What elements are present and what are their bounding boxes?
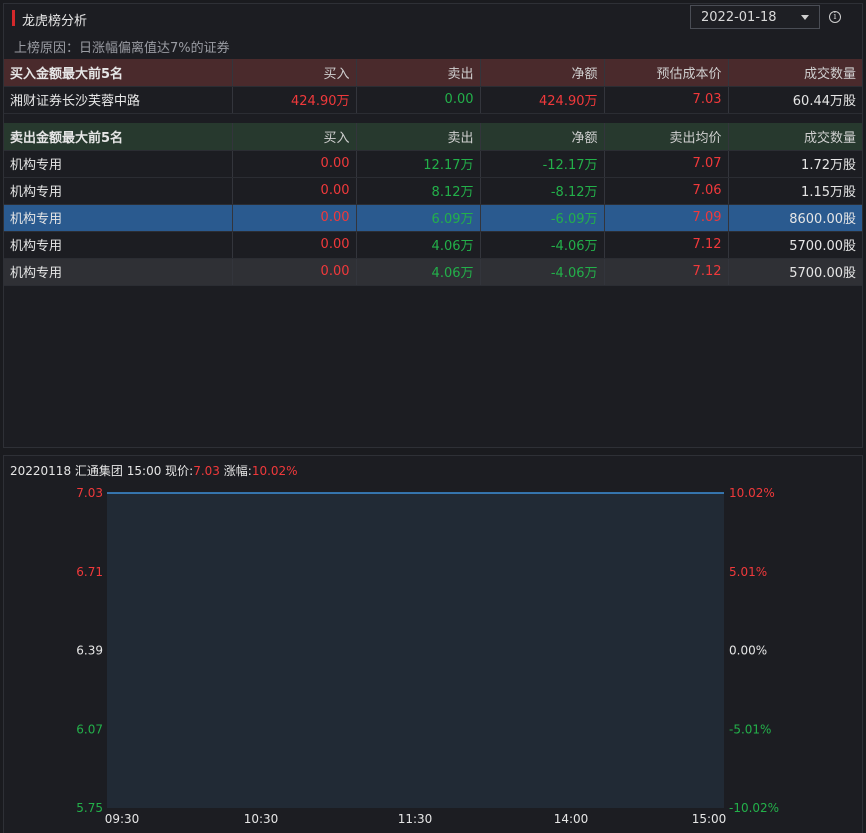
avg-price: 7.12 [604, 258, 729, 286]
x-tick-label: 11:30 [398, 812, 433, 826]
listing-reason: 上榜原因：日涨幅偏离值达7%的证券 [14, 41, 230, 56]
net-amount: -6.09万 [480, 204, 605, 232]
net-amount: -12.17万 [480, 150, 605, 178]
y-right-tick-label: 0.00% [729, 644, 767, 658]
volume: 1.15万股 [728, 177, 862, 205]
net-amount: 424.90万 [480, 86, 605, 114]
info-icon[interactable]: i [829, 11, 841, 23]
y-right-tick-label: 10.02% [729, 486, 775, 500]
broker-name: 机构专用 [4, 177, 233, 205]
x-tick-label: 09:30 [105, 812, 140, 826]
sell-header-sell[interactable]: 卖出 [356, 123, 481, 151]
broker-name: 湘财证券长沙芙蓉中路 [4, 86, 233, 114]
broker-name: 机构专用 [4, 258, 233, 286]
sell-amount: 6.09万 [356, 204, 481, 232]
chevron-down-icon [801, 15, 809, 20]
x-tick-label: 14:00 [554, 812, 589, 826]
buy-table: 买入金额最大前5名 买入 卖出 净额 预估成本价 成交数量 湘财证券长沙芙蓉中路… [4, 59, 862, 114]
sell-header-buy[interactable]: 买入 [232, 123, 357, 151]
buy-table-header: 买入金额最大前5名 买入 卖出 净额 预估成本价 成交数量 [4, 59, 862, 87]
volume: 5700.00股 [728, 231, 862, 259]
net-amount: -4.06万 [480, 258, 605, 286]
avg-price: 7.09 [604, 204, 729, 232]
sell-amount: 0.00 [356, 86, 481, 114]
sell-table: 卖出金额最大前5名 买入 卖出 净额 卖出均价 成交数量 机构专用 0.00 1… [4, 123, 862, 286]
volume: 8600.00股 [728, 204, 862, 232]
y-left-tick-label: 5.75 [76, 801, 103, 815]
plot-area [107, 493, 724, 808]
title-accent-bar [12, 10, 15, 26]
intraday-chart-panel: 20220118 汇通集团 15:00 现价:7.03 涨幅:10.02% 7.… [3, 455, 863, 833]
y-right-tick-label: -10.02% [729, 801, 779, 815]
buy-header-name: 买入金额最大前5名 [4, 59, 233, 87]
buy-header-buy[interactable]: 买入 [232, 59, 357, 87]
x-tick-label: 10:30 [244, 812, 279, 826]
cost-price: 7.03 [604, 86, 729, 114]
buy-header-volume[interactable]: 成交数量 [728, 59, 862, 87]
y-left-tick-label: 6.39 [76, 644, 103, 658]
y-right-tick-label: 5.01% [729, 565, 767, 579]
y-left-tick-label: 6.07 [76, 722, 103, 736]
table-row[interactable]: 机构专用 0.00 4.06万 -4.06万 7.12 5700.00股 [4, 231, 862, 259]
volume: 5700.00股 [728, 258, 862, 286]
sell-header-net[interactable]: 净额 [480, 123, 605, 151]
sell-amount: 4.06万 [356, 231, 481, 259]
buy-amount: 0.00 [232, 177, 357, 205]
sell-amount: 8.12万 [356, 177, 481, 205]
avg-price: 7.06 [604, 177, 729, 205]
sell-header-volume[interactable]: 成交数量 [728, 123, 862, 151]
date-picker[interactable]: 2022-01-18 [690, 5, 820, 29]
broker-name: 机构专用 [4, 204, 233, 232]
volume: 60.44万股 [728, 86, 862, 114]
buy-header-sell[interactable]: 卖出 [356, 59, 481, 87]
buy-amount: 0.00 [232, 231, 357, 259]
panel-header: 龙虎榜分析 2022-01-18 i [4, 4, 862, 32]
buy-header-net[interactable]: 净额 [480, 59, 605, 87]
y-left-tick-label: 6.71 [76, 565, 103, 579]
net-amount: -8.12万 [480, 177, 605, 205]
x-tick-label: 15:00 [692, 812, 727, 826]
sell-table-header: 卖出金额最大前5名 买入 卖出 净额 卖出均价 成交数量 [4, 123, 862, 151]
sell-amount: 12.17万 [356, 150, 481, 178]
date-value: 2022-01-18 [701, 10, 777, 25]
buy-amount: 0.00 [232, 150, 357, 178]
broker-name: 机构专用 [4, 231, 233, 259]
avg-price: 7.12 [604, 231, 729, 259]
sell-header-avg-price[interactable]: 卖出均价 [604, 123, 729, 151]
panel-title: 龙虎榜分析 [22, 14, 88, 29]
table-row-hover[interactable]: 机构专用 0.00 4.06万 -4.06万 7.12 5700.00股 [4, 258, 862, 286]
net-amount: -4.06万 [480, 231, 605, 259]
buy-amount: 0.00 [232, 204, 357, 232]
buy-amount: 0.00 [232, 258, 357, 286]
intraday-chart[interactable]: 7.03 6.71 6.39 6.07 5.75 10.02% 5.01% 0.00% -5.0… [4, 456, 862, 833]
y-right-tick-label: -5.01% [729, 722, 771, 736]
y-left-tick-label: 7.03 [76, 486, 103, 500]
sell-amount: 4.06万 [356, 258, 481, 286]
table-row[interactable]: 机构专用 0.00 8.12万 -8.12万 7.06 1.15万股 [4, 177, 862, 205]
buy-amount: 424.90万 [232, 86, 357, 114]
volume: 1.72万股 [728, 150, 862, 178]
table-row[interactable]: 机构专用 0.00 12.17万 -12.17万 7.07 1.72万股 [4, 150, 862, 178]
sell-header-name: 卖出金额最大前5名 [4, 123, 233, 151]
broker-name: 机构专用 [4, 150, 233, 178]
buy-header-cost[interactable]: 预估成本价 [604, 59, 729, 87]
avg-price: 7.07 [604, 150, 729, 178]
dragon-tiger-panel: 龙虎榜分析 2022-01-18 i 上榜原因：日涨幅偏离值达7%的证券 买入金… [3, 3, 863, 448]
table-row[interactable]: 湘财证券长沙芙蓉中路 424.90万 0.00 424.90万 7.03 60.… [4, 86, 862, 114]
table-row-selected[interactable]: 机构专用 0.00 6.09万 -6.09万 7.09 8600.00股 [4, 204, 862, 232]
